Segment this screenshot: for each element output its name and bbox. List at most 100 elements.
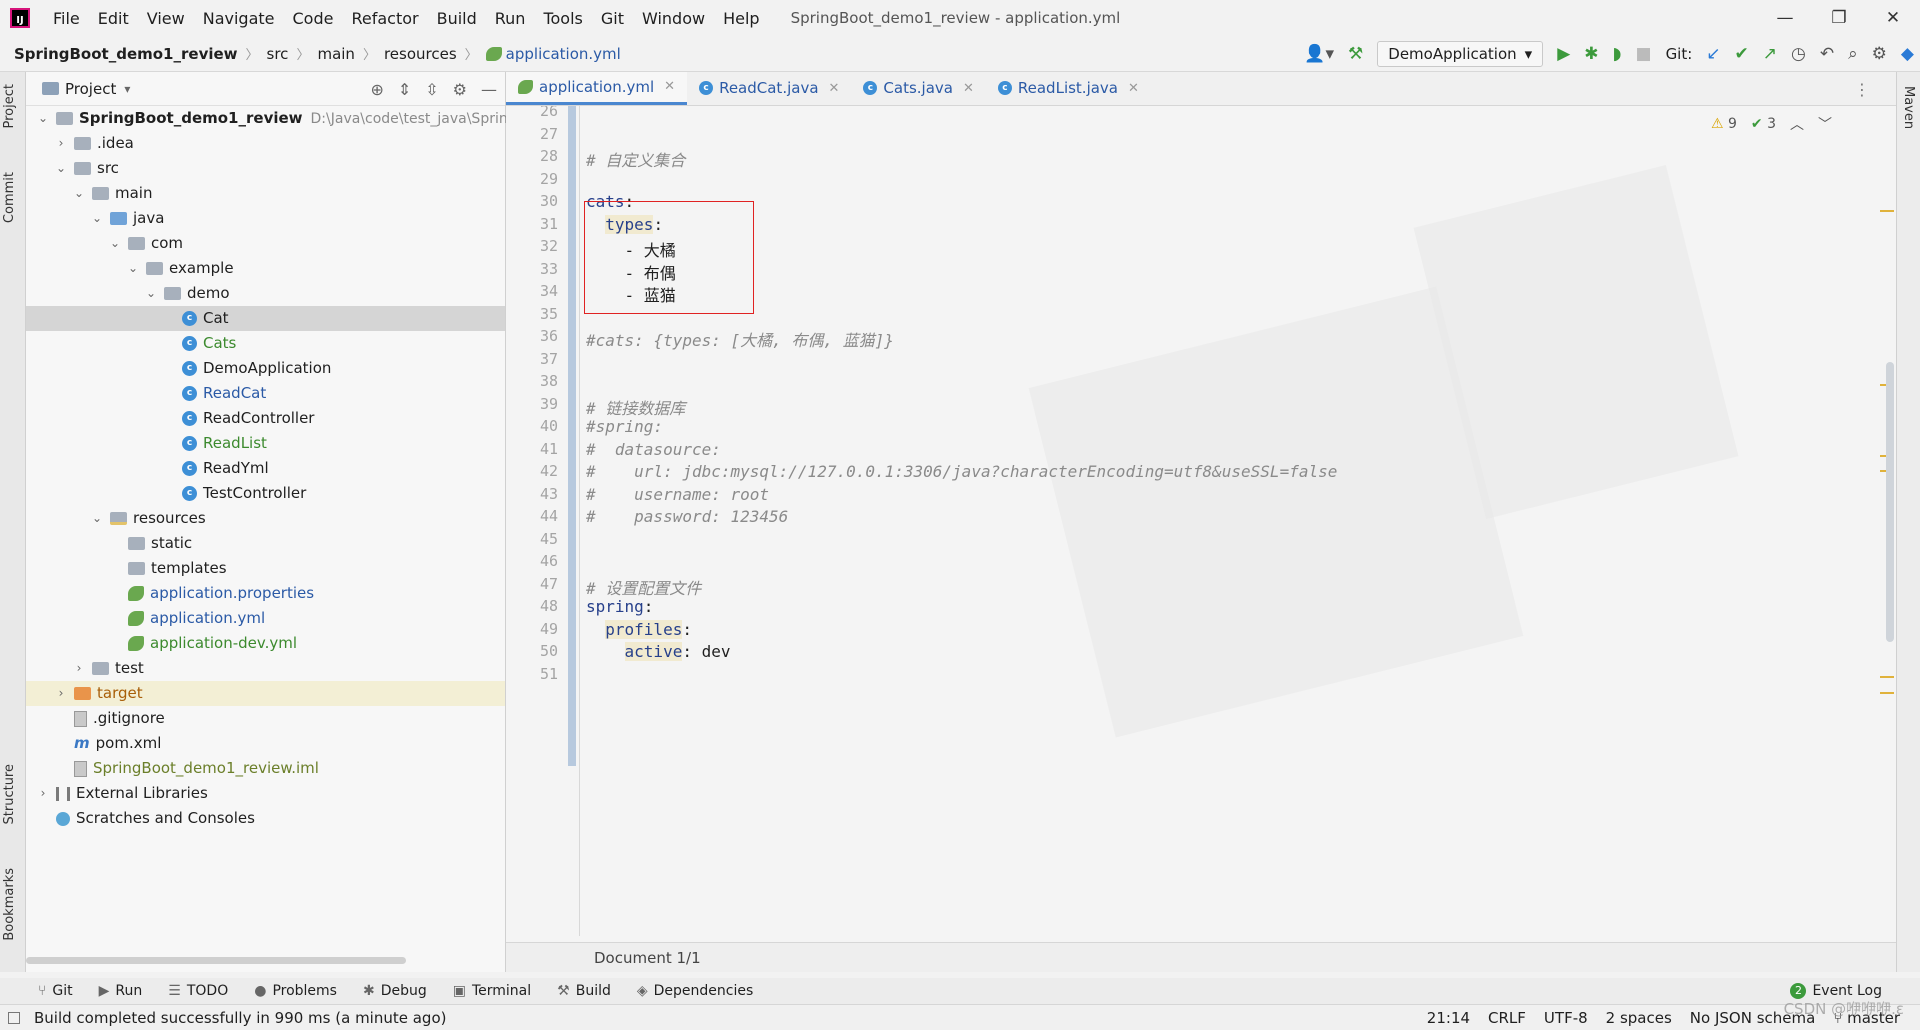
chevron-down-icon[interactable]: ⌄ [144, 281, 158, 306]
breadcrumb-file[interactable]: application.yml [506, 45, 621, 63]
tree-item[interactable]: Scratches and Consoles [26, 806, 505, 831]
chevron-down-icon[interactable]: ⌄ [108, 231, 122, 256]
indent-setting[interactable]: 2 spaces [1606, 1009, 1672, 1027]
tree-item[interactable]: SpringBoot_demo1_review.iml [26, 756, 505, 781]
git-commit-icon[interactable]: ✔ [1735, 44, 1749, 64]
chevron-down-icon[interactable]: ⌄ [72, 181, 86, 206]
build-hammer-icon[interactable]: ⚒ [1348, 44, 1363, 64]
chevron-right-icon[interactable]: › [54, 131, 68, 156]
editor-tab[interactable]: c ReadList.java ✕ [986, 72, 1151, 105]
breadcrumb-project[interactable]: SpringBoot_demo1_review [14, 45, 238, 63]
project-tool-tab[interactable]: Project [2, 84, 17, 128]
editor-breadcrumb-footer[interactable]: Document 1/1 [506, 942, 1896, 972]
menu-edit[interactable]: Edit [89, 9, 138, 28]
chevron-down-icon[interactable]: ﹀ [1818, 114, 1832, 134]
tree-item[interactable]: c TestController [26, 481, 505, 506]
tree-item[interactable]: c ReadList [26, 431, 505, 456]
jetbrains-toolbox-icon[interactable]: ◆ [1901, 44, 1914, 64]
menu-tools[interactable]: Tools [534, 9, 591, 28]
tree-item[interactable]: ⌄ SpringBoot_demo1_review D:\Java\code\tes… [26, 106, 526, 131]
commit-tool-tab[interactable]: Commit [2, 172, 17, 223]
tree-item[interactable]: c ReadCat [26, 381, 505, 406]
chevron-right-icon[interactable]: › [36, 781, 50, 806]
editor-tab[interactable]: c Cats.java ✕ [851, 72, 985, 105]
debug-bug-icon[interactable]: ✱ [1584, 44, 1598, 64]
tool-window-dependencies[interactable]: ◈ Dependencies [637, 983, 753, 999]
chevron-right-icon[interactable]: › [72, 656, 86, 681]
git-push-icon[interactable]: ↗ [1763, 44, 1777, 64]
gear-icon[interactable]: ⚙ [1872, 44, 1887, 64]
toggle-tool-windows-icon[interactable] [8, 1012, 20, 1024]
chevron-right-icon[interactable]: › [54, 681, 68, 706]
caret-position[interactable]: 21:14 [1427, 1009, 1470, 1027]
menu-navigate[interactable]: Navigate [194, 9, 284, 28]
close-icon[interactable]: ✕ [1866, 0, 1920, 36]
menu-window[interactable]: Window [633, 9, 714, 28]
file-encoding[interactable]: UTF-8 [1544, 1009, 1588, 1027]
error-stripe-mark[interactable] [1880, 210, 1894, 212]
breadcrumb-src[interactable]: src [267, 45, 289, 63]
breadcrumb-main[interactable]: main [317, 45, 354, 63]
status-message[interactable]: Build completed successfully in 990 ms (… [0, 1009, 446, 1027]
code-area[interactable]: # 自定义集合 cats: types: - 大橘 - 布偶 - 蓝猫 #cats:… [586, 106, 1836, 936]
tree-item[interactable]: ⌄ main [26, 181, 505, 206]
menu-code[interactable]: Code [284, 9, 343, 28]
menu-git[interactable]: Git [592, 9, 633, 28]
tree-item[interactable]: static [26, 531, 505, 556]
close-tab-icon[interactable]: ✕ [664, 79, 675, 94]
tree-item[interactable]: c DemoApplication [26, 356, 505, 381]
tree-item[interactable]: c ReadController [26, 406, 505, 431]
chevron-down-icon[interactable]: ⌄ [126, 256, 140, 281]
collapse-all-icon[interactable]: ⇳ [425, 80, 438, 99]
tree-item[interactable]: ⌄ java [26, 206, 505, 231]
tree-item[interactable]: ⌄ com [26, 231, 505, 256]
close-tab-icon[interactable]: ✕ [1128, 81, 1139, 96]
tree-item[interactable]: application.yml [26, 606, 505, 631]
tree-item[interactable]: application-dev.yml [26, 631, 505, 656]
search-icon[interactable]: ⌕ [1848, 44, 1858, 64]
menu-refactor[interactable]: Refactor [342, 9, 427, 28]
editor-tab[interactable]: application.yml ✕ [506, 72, 688, 105]
tree-item[interactable]: m pom.xml [26, 731, 505, 756]
project-panel-title[interactable]: Project [65, 80, 116, 98]
expand-all-icon[interactable]: ⇕ [398, 80, 411, 99]
maven-tool-tab[interactable]: Maven [1901, 86, 1916, 129]
tool-window-build[interactable]: ⚒ Build [557, 983, 611, 999]
tree-item[interactable]: templates [26, 556, 505, 581]
chevron-down-icon[interactable]: ⌄ [90, 506, 104, 531]
tree-item[interactable]: c ReadYml [26, 456, 505, 481]
tree-item[interactable]: c Cats [26, 331, 505, 356]
error-stripe-mark[interactable] [1880, 676, 1894, 678]
inspection-widget[interactable]: ⚠ 9 ✔ 3 ︿ ﹀ [1711, 114, 1832, 134]
more-vertical-icon[interactable]: ⋮ [1854, 80, 1870, 99]
chevron-down-icon[interactable]: ⌄ [36, 106, 50, 131]
tree-item[interactable]: ⌄ example [26, 256, 505, 281]
tool-window-debug[interactable]: ✱ Debug [363, 983, 427, 999]
vertical-scrollbar[interactable] [1886, 362, 1894, 642]
locate-icon[interactable]: ⊕ [370, 80, 383, 99]
tool-window-problems[interactable]: ● Problems [254, 983, 337, 999]
minimize-icon[interactable]: — [1758, 0, 1812, 36]
hide-icon[interactable]: — [481, 80, 497, 99]
menu-help[interactable]: Help [714, 9, 768, 28]
structure-tool-tab[interactable]: Structure [2, 764, 17, 824]
bookmarks-tool-tab[interactable]: Bookmarks [2, 868, 17, 941]
menu-view[interactable]: View [138, 9, 194, 28]
run-config-selector[interactable]: DemoApplication ▾ [1377, 41, 1544, 67]
git-update-icon[interactable]: ↙ [1706, 44, 1720, 64]
gear-icon[interactable]: ⚙ [453, 80, 467, 99]
horizontal-scrollbar[interactable] [26, 957, 406, 964]
tree-item[interactable]: ⌄ resources [26, 506, 505, 531]
tree-item[interactable]: ⌄ demo [26, 281, 505, 306]
chevron-down-icon[interactable]: ⌄ [54, 156, 68, 181]
tree-item[interactable]: › .idea [26, 131, 505, 156]
chevron-down-icon[interactable]: ⌄ [90, 206, 104, 231]
breadcrumb-resources[interactable]: resources [384, 45, 457, 63]
tree-item[interactable]: › test [26, 656, 505, 681]
close-tab-icon[interactable]: ✕ [963, 81, 974, 96]
run-icon[interactable]: ▶ [1557, 44, 1570, 64]
tree-item[interactable]: .gitignore [26, 706, 505, 731]
tree-item[interactable]: › External Libraries [26, 781, 505, 806]
chevron-down-icon[interactable]: ▾ [124, 82, 130, 96]
rollback-icon[interactable]: ↶ [1820, 44, 1834, 64]
